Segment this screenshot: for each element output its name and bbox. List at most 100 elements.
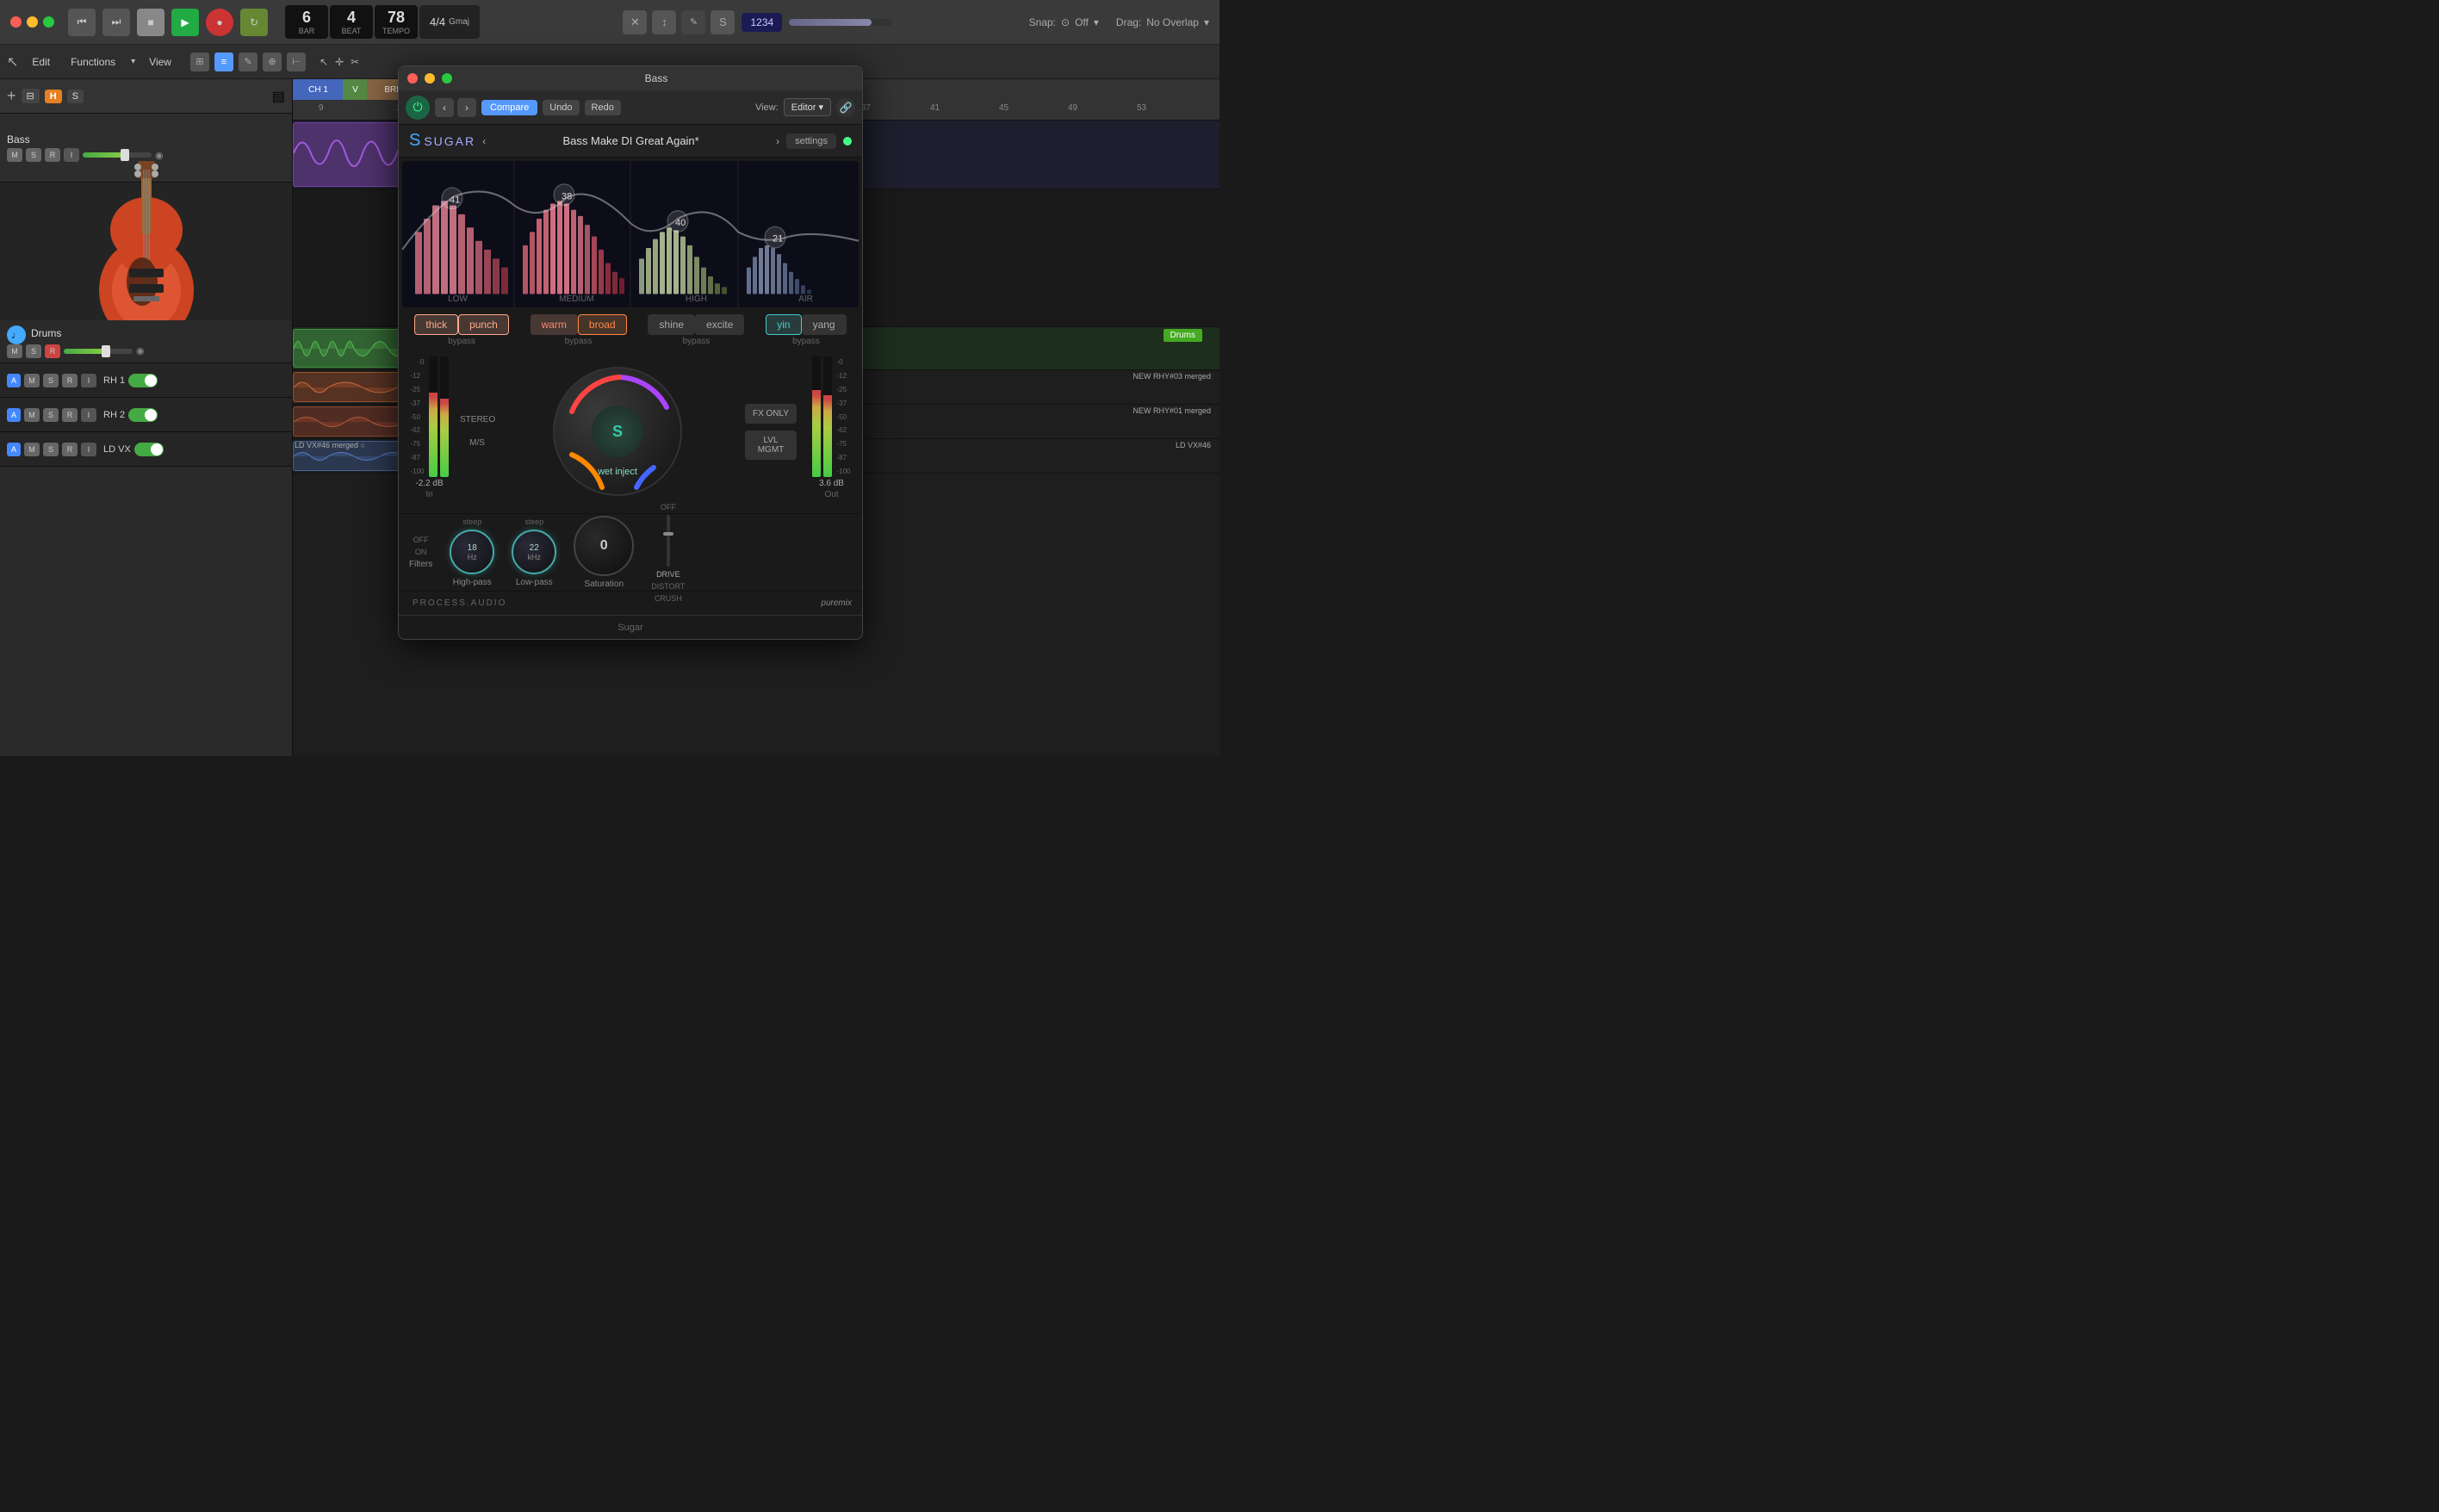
midi-btn[interactable]: 1234 [742, 13, 782, 32]
ldvx-mute[interactable]: M [24, 443, 40, 456]
punch-btn[interactable]: punch [458, 314, 509, 335]
drums-fader[interactable] [64, 349, 133, 354]
snap-chevron[interactable]: ▾ [1094, 16, 1099, 28]
list-view-icon[interactable]: ≡ [214, 53, 233, 71]
edit-menu[interactable]: Edit [25, 53, 57, 71]
link-btn[interactable]: 🔗 [836, 98, 855, 117]
rh1-record[interactable]: R [62, 374, 78, 387]
ldvx-record[interactable]: R [62, 443, 78, 456]
stop-button[interactable]: ■ [137, 9, 164, 36]
rh1-input[interactable]: I [81, 374, 96, 387]
bar-display: 6 BAR [285, 5, 328, 39]
wet-inject-knob[interactable]: S wet inject [553, 367, 682, 496]
out-vu-scale-50: -50 [836, 413, 850, 421]
lowpass-knob[interactable]: 22 kHz [512, 530, 556, 574]
drive-slider-thumb[interactable] [663, 532, 673, 536]
plugin-power-btn[interactable]: ⏻ [406, 96, 430, 120]
warm-btn[interactable]: warm [531, 314, 578, 335]
undo-btn[interactable]: Undo [543, 100, 579, 115]
next-preset-arrow[interactable]: › [776, 135, 779, 147]
rh1-solo[interactable]: S [43, 374, 59, 387]
h-btn[interactable]: H [45, 90, 62, 103]
plugin-zoom-btn[interactable] [442, 73, 452, 84]
excite-btn[interactable]: excite [695, 314, 744, 335]
ldvx-solo[interactable]: S [43, 443, 59, 456]
yang-btn[interactable]: yang [802, 314, 847, 335]
drums-solo-btn[interactable]: S [26, 344, 41, 358]
redo-btn[interactable]: Redo [585, 100, 621, 115]
pen-icon[interactable]: ✎ [681, 10, 705, 34]
rh1-toggle[interactable] [128, 374, 158, 387]
v-region[interactable]: V [343, 79, 369, 100]
rh1-mute[interactable]: M [24, 374, 40, 387]
add-track-button[interactable]: + [7, 87, 16, 105]
saturation-label: Saturation [584, 579, 624, 589]
drums-knob-icon[interactable]: ◉ [136, 345, 145, 356]
fast-forward-button[interactable]: ⏭ [102, 9, 130, 36]
loop-button[interactable]: ↻ [240, 9, 268, 36]
prev-preset-btn[interactable]: ‹ [435, 98, 454, 117]
medium-band-group: warm broad bypass [531, 314, 627, 346]
filters-on-label: ON [415, 548, 427, 556]
out-vu-scale-0: -0 [836, 358, 850, 366]
ch1-region[interactable]: CH 1 [293, 79, 344, 100]
grid-icon[interactable]: ⊞ [190, 53, 209, 71]
arrow-icon[interactable]: ↕ [652, 10, 676, 34]
view-menu[interactable]: View [142, 53, 178, 71]
broad-btn[interactable]: broad [578, 314, 627, 335]
rh2-mute[interactable]: M [24, 408, 40, 422]
midi-track-btn[interactable]: ⊟ [22, 89, 40, 103]
rh2-solo[interactable]: S [43, 408, 59, 422]
settings-btn[interactable]: settings [786, 133, 836, 149]
compare-btn[interactable]: Compare [481, 100, 537, 115]
highpass-knob[interactable]: 18 Hz [450, 530, 494, 574]
maximize-window-btn[interactable] [43, 16, 54, 28]
plugin-minimize-btn[interactable] [425, 73, 435, 84]
eq-display[interactable]: 41 38 [402, 161, 859, 307]
tempo-display[interactable]: 78 TEMPO [375, 5, 418, 39]
knob-s-center[interactable]: S [592, 406, 643, 457]
minimize-window-btn[interactable] [27, 16, 38, 28]
ldvx-toggle[interactable] [134, 443, 164, 456]
drag-chevron[interactable]: ▾ [1204, 16, 1209, 28]
bass-solo-btn[interactable]: S [26, 148, 41, 162]
next-preset-btn[interactable]: › [457, 98, 476, 117]
rh2-input[interactable]: I [81, 408, 96, 422]
rh2-record[interactable]: R [62, 408, 78, 422]
lvl-mgmt-btn[interactable]: LVL MGMT [745, 431, 797, 460]
plugin-close-btn[interactable] [407, 73, 418, 84]
rewind-button[interactable]: ⏮ [68, 9, 96, 36]
x-icon[interactable]: ✕ [623, 10, 647, 34]
arrow-tool-icon[interactable]: ↖ [7, 53, 18, 71]
split-icon[interactable]: ⊕ [263, 53, 282, 71]
ldvx-input[interactable]: I [81, 443, 96, 456]
lowpass-label: Low-pass [516, 578, 553, 587]
drive-slider[interactable] [667, 515, 670, 567]
ldvx-name: LD VX [103, 444, 131, 455]
rh2-toggle[interactable] [128, 408, 158, 422]
s-key-icon[interactable]: S [711, 10, 735, 34]
thick-btn[interactable]: thick [414, 314, 458, 335]
view-select[interactable]: Editor ▾ [784, 98, 831, 116]
bass-input-btn[interactable]: I [64, 148, 79, 162]
close-window-btn[interactable] [10, 16, 22, 28]
s-track-btn[interactable]: S [67, 90, 84, 103]
prev-preset-arrow[interactable]: ‹ [482, 135, 486, 147]
yin-btn[interactable]: yin [766, 314, 801, 335]
functions-menu[interactable]: Functions [64, 53, 122, 71]
bass-mute-btn[interactable]: M [7, 148, 22, 162]
high-bypass-label: bypass [683, 337, 711, 346]
drums-mute-btn[interactable]: M [7, 344, 22, 358]
pencil-edit-icon[interactable]: ✎ [239, 53, 258, 71]
trim-icon[interactable]: ⊢ [287, 53, 306, 71]
saturation-knob[interactable]: 0 [574, 516, 634, 576]
drums-record-btn[interactable]: R [45, 344, 60, 358]
key-time-sig-display[interactable]: 4/4 Gmaj [419, 5, 480, 39]
record-button[interactable]: ● [206, 9, 233, 36]
shine-btn[interactable]: shine [648, 314, 695, 335]
bass-record-btn[interactable]: R [45, 148, 60, 162]
fx-only-btn[interactable]: FX ONLY [745, 404, 797, 424]
play-button[interactable]: ▶ [171, 9, 199, 36]
functions-arrow[interactable]: ▾ [131, 57, 135, 66]
hide-icon[interactable]: ▤ [272, 88, 285, 105]
